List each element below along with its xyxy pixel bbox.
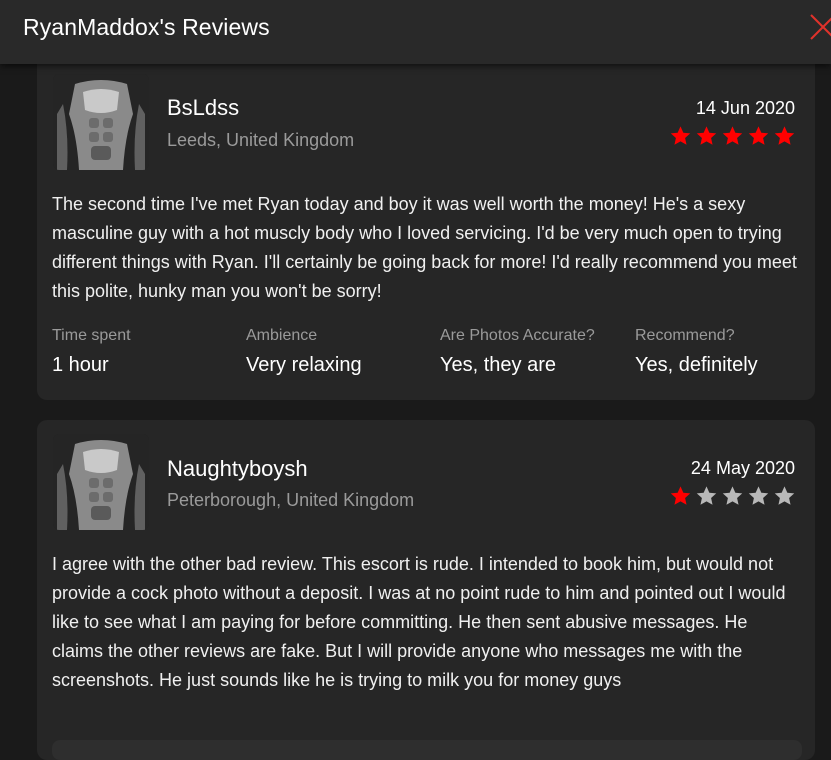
review-card: BsLdss Leeds, United Kingdom 14 Jun 2020… xyxy=(37,50,815,400)
star-filled-icon xyxy=(722,126,743,145)
reviewer-location: Leeds, United Kingdom xyxy=(167,130,355,150)
close-icon xyxy=(810,14,831,40)
stat-label: Ambience xyxy=(246,327,318,344)
review-text: The second time I've met Ryan today and … xyxy=(52,194,797,301)
star-filled-icon xyxy=(696,126,717,145)
close-button[interactable] xyxy=(808,12,831,42)
torso-photo-icon xyxy=(53,74,149,170)
stat-value: 1 hour xyxy=(52,354,109,376)
star-rating xyxy=(669,125,796,147)
star-filled-icon xyxy=(748,126,769,145)
review-date: 24 May 2020 xyxy=(690,458,795,478)
star-filled-icon xyxy=(670,486,691,505)
stat-label: Time spent xyxy=(52,327,131,344)
page-title: RyanMaddox's Reviews xyxy=(23,14,270,40)
review-card xyxy=(52,740,802,760)
avatar[interactable] xyxy=(53,74,149,170)
stat-value: Yes, definitely xyxy=(635,354,758,376)
star-empty-icon xyxy=(774,486,795,505)
review-card: Naughtyboysh Peterborough, United Kingdo… xyxy=(37,420,815,760)
stat-time-spent: Time spent 1 hour xyxy=(52,326,242,377)
star-empty-icon xyxy=(722,486,743,505)
star-empty-icon xyxy=(748,486,769,505)
review-text: I agree with the other bad review. This … xyxy=(52,554,786,690)
star-empty-icon xyxy=(696,486,717,505)
reviewer-name[interactable]: BsLdss xyxy=(167,95,239,121)
torso-photo-icon xyxy=(53,434,149,530)
star-filled-icon xyxy=(670,126,691,145)
stat-value: Yes, they are xyxy=(440,354,557,376)
stat-ambience: Ambience Very relaxing xyxy=(246,326,436,377)
stat-photos-accurate: Are Photos Accurate? Yes, they are xyxy=(440,326,630,377)
star-filled-icon xyxy=(774,126,795,145)
header-bar: RyanMaddox's Reviews xyxy=(0,0,831,64)
stat-recommend: Recommend? Yes, definitely xyxy=(635,326,825,377)
star-rating xyxy=(669,485,796,507)
reviewer-location: Peterborough, United Kingdom xyxy=(167,490,415,510)
stat-label: Recommend? xyxy=(635,327,735,344)
review-date: 14 Jun 2020 xyxy=(695,98,795,118)
reviewer-name[interactable]: Naughtyboysh xyxy=(167,456,308,482)
stat-label: Are Photos Accurate? xyxy=(440,327,595,344)
stat-value: Very relaxing xyxy=(246,354,362,376)
avatar[interactable] xyxy=(53,434,149,530)
